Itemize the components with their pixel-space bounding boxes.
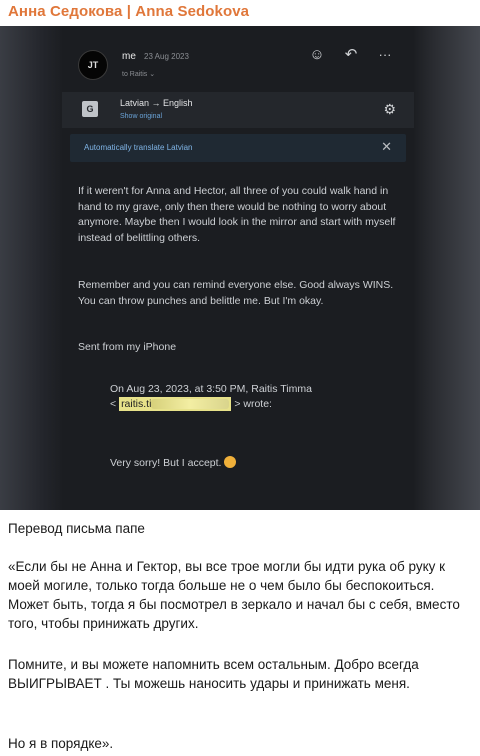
email-screenshot-photo[interactable]: JT me 23 Aug 2023 to Raitis ⌄ ☺ ↶ ··· G … bbox=[0, 26, 480, 510]
email-paragraph-1: If it weren't for Anna and Hector, all t… bbox=[78, 185, 396, 244]
email-signature: Sent from my iPhone bbox=[78, 341, 177, 353]
translation-bar: G Latvian → English Show original ⚙ bbox=[62, 92, 414, 128]
reply-icon: ↶ bbox=[344, 46, 358, 63]
quote-header: On Aug 23, 2023, at 3:50 PM, Raitis Timm… bbox=[110, 383, 312, 395]
translate-icon: G bbox=[82, 101, 98, 117]
quote-email-prefix: < bbox=[110, 398, 117, 410]
recipient-line: to Raitis ⌄ bbox=[122, 71, 156, 78]
auto-translate-label: Automatically translate Latvian bbox=[84, 143, 193, 152]
phone-screen: JT me 23 Aug 2023 to Raitis ⌄ ☺ ↶ ··· G … bbox=[62, 26, 414, 510]
email-header: JT me 23 Aug 2023 to Raitis ⌄ ☺ ↶ ··· bbox=[62, 36, 414, 88]
email-date: 23 Aug 2023 bbox=[144, 52, 189, 61]
show-original-link: Show original bbox=[120, 113, 163, 120]
quoted-reply: Very sorry! But I accept. bbox=[110, 456, 237, 470]
auto-translate-banner: Automatically translate Latvian ✕ bbox=[70, 134, 406, 162]
sad-face-icon bbox=[224, 456, 237, 468]
caption-paragraph-1: «Если бы не Анна и Гектор, вы все трое м… bbox=[8, 559, 460, 631]
sender-name: me bbox=[122, 51, 136, 62]
quote-email-line: < raitis.ti > wrote: bbox=[110, 397, 272, 411]
caption-paragraph-2: Помните, и вы можете напомнить всем оста… bbox=[8, 657, 419, 691]
caption-title: Перевод письма папе bbox=[8, 521, 145, 536]
gear-icon: ⚙ bbox=[383, 101, 396, 117]
redacted-email: raitis.ti bbox=[119, 397, 232, 411]
email-paragraph-2: Remember and you can remind everyone els… bbox=[78, 279, 394, 307]
close-icon: ✕ bbox=[381, 139, 392, 154]
redaction-smear bbox=[151, 399, 230, 410]
emoji-reaction-icon: ☺ bbox=[309, 46, 325, 63]
channel-title[interactable]: Анна Седокова | Anna Sedokova bbox=[8, 3, 249, 20]
photo-left-edge bbox=[0, 26, 62, 510]
sender-avatar: JT bbox=[78, 50, 108, 80]
translation-languages: Latvian → English bbox=[120, 98, 193, 108]
photo-right-edge bbox=[414, 26, 480, 510]
more-options-icon: ··· bbox=[378, 47, 392, 62]
redacted-email-visible: raitis.ti bbox=[121, 398, 152, 410]
caption-paragraph-3: Но я в порядке». bbox=[8, 736, 114, 751]
quoted-reply-text: Very sorry! But I accept. bbox=[110, 457, 222, 469]
quote-email-suffix: > wrote: bbox=[234, 398, 272, 410]
